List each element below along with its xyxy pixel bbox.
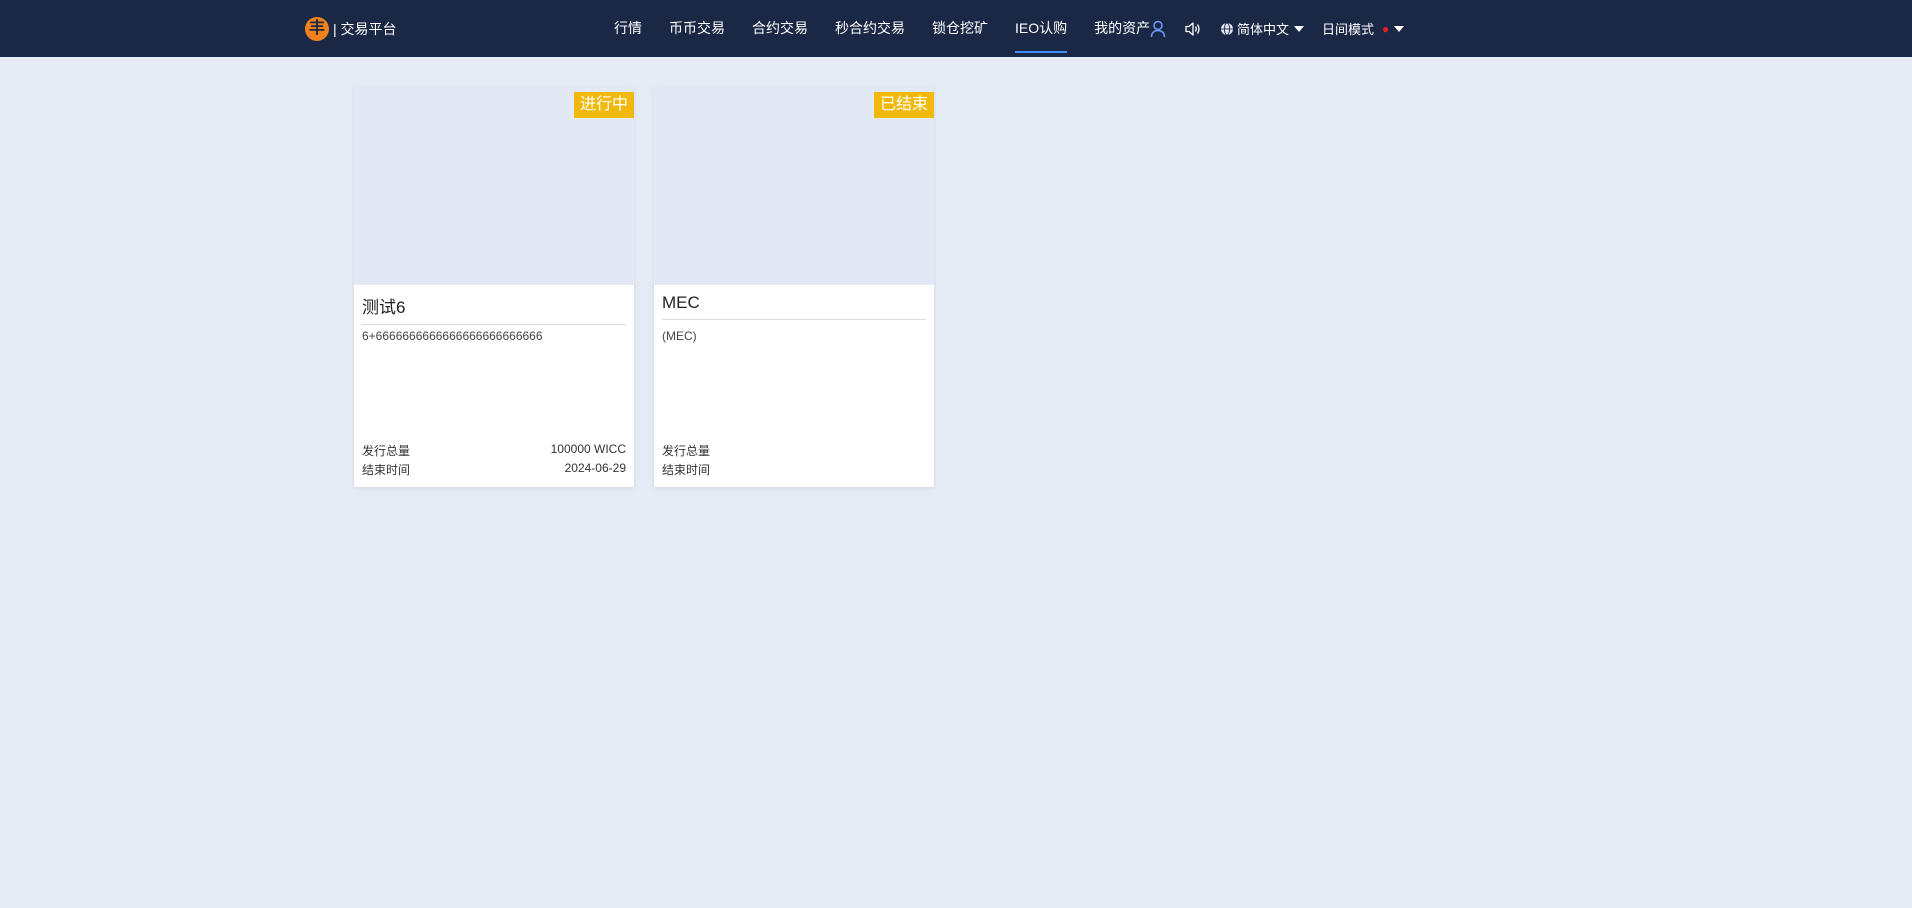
stat-label: 结束时间: [662, 463, 711, 477]
user-icon: [1150, 20, 1166, 37]
nav-item-contract-trading[interactable]: 合约交易: [752, 0, 808, 57]
stat-value: 100000 WICC: [550, 442, 626, 456]
card-title: MEC: [662, 293, 926, 320]
card-body: 测试6 6+6666666666666666666666666 发行总量 100…: [354, 285, 634, 487]
header-tools: 简体中文 日间模式 ●: [1150, 0, 1422, 57]
brand-name: | 交易平台: [333, 21, 397, 37]
nav-item-my-assets[interactable]: 我的资产: [1094, 0, 1150, 57]
nav-item-second-contract[interactable]: 秒合约交易: [835, 0, 905, 57]
logo-icon: 丰: [305, 17, 329, 41]
stat-end-time: 结束时间 2024-06-29: [362, 461, 626, 478]
stat-value: 2024-06-29: [564, 461, 626, 475]
stat-total-supply: 发行总量 100000 WICC: [362, 442, 626, 459]
top-navbar: 丰 | 交易平台 行情 币币交易 合约交易 秒合约交易 锁仓挖矿 IEO认购 我…: [0, 0, 1912, 57]
user-button[interactable]: [1150, 20, 1166, 38]
nav-item-spot-trading[interactable]: 币币交易: [669, 0, 725, 57]
card-description: 6+6666666666666666666666666: [362, 329, 543, 343]
chevron-down-icon: [1394, 25, 1405, 32]
card-description: (MEC): [662, 329, 697, 343]
language-label: 简体中文: [1237, 22, 1290, 37]
red-dot-icon: ●: [1382, 21, 1390, 36]
sound-button[interactable]: [1184, 21, 1202, 37]
status-badge: 进行中: [573, 92, 634, 118]
stat-label: 结束时间: [362, 463, 411, 477]
nav-item-ieo[interactable]: IEO认购: [1015, 0, 1068, 57]
card-title: 测试6: [362, 293, 626, 325]
main-nav: 行情 币币交易 合约交易 秒合约交易 锁仓挖矿 IEO认购 我的资产: [614, 0, 1177, 57]
globe-icon: [1221, 22, 1233, 35]
speaker-icon: [1185, 21, 1200, 36]
theme-mode-label: 日间模式: [1322, 22, 1375, 37]
stat-label: 发行总量: [662, 444, 711, 458]
nav-item-lock-mining[interactable]: 锁仓挖矿: [932, 0, 988, 57]
language-selector[interactable]: 简体中文: [1220, 19, 1305, 38]
ieo-card[interactable]: 进行中 测试6 6+6666666666666666666666666 发行总量…: [354, 87, 634, 487]
theme-mode-selector[interactable]: 日间模式 ●: [1322, 19, 1405, 38]
ieo-card[interactable]: 已结束 MEC (MEC) 发行总量 结束时间: [654, 87, 934, 487]
stat-label: 发行总量: [362, 444, 411, 458]
stat-end-time: 结束时间: [662, 461, 926, 478]
card-body: MEC (MEC) 发行总量 结束时间: [654, 285, 934, 487]
nav-item-market[interactable]: 行情: [614, 0, 642, 57]
status-badge: 已结束: [873, 92, 934, 118]
chevron-down-icon: [1294, 25, 1305, 32]
stat-total-supply: 发行总量: [662, 442, 926, 459]
brand[interactable]: 丰 | 交易平台: [305, 16, 397, 42]
